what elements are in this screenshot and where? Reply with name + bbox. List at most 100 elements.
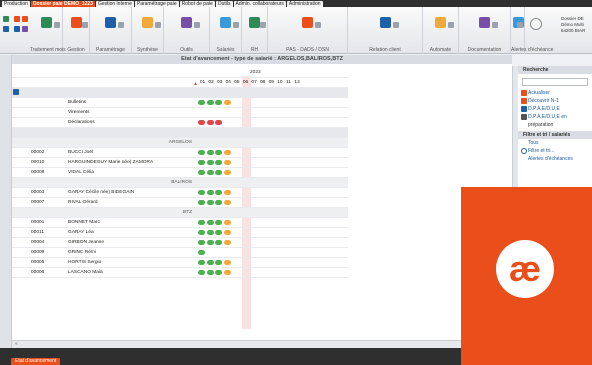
- ribbon-tool-icon[interactable]: [435, 17, 446, 28]
- status-ok-icon[interactable]: [215, 220, 222, 225]
- status-ok-icon[interactable]: [198, 260, 205, 265]
- scroll-left-icon[interactable]: «: [15, 341, 18, 347]
- status-pending-icon[interactable]: [223, 170, 231, 175]
- status-ok-icon[interactable]: [206, 100, 214, 105]
- ribbon-tool-icon[interactable]: [181, 17, 192, 28]
- table-row[interactable]: 00006 LASCANO Maia: [12, 268, 348, 278]
- horizontal-scrollbar[interactable]: «: [12, 340, 512, 348]
- ribbon-tool-icon[interactable]: [220, 17, 231, 28]
- ribbon-tool-icon[interactable]: [379, 17, 391, 28]
- status-ok-icon[interactable]: [215, 190, 222, 195]
- status-ok-icon[interactable]: [206, 160, 214, 165]
- table-row[interactable]: Bulletins: [12, 98, 348, 108]
- ribbon-dropdown-icon[interactable]: [82, 22, 88, 28]
- status-pending-icon[interactable]: [223, 200, 231, 205]
- status-ok-icon[interactable]: [198, 230, 205, 235]
- ribbon-small-icon[interactable]: [14, 26, 20, 32]
- status-pending-icon[interactable]: [223, 150, 231, 155]
- status-pending-icon[interactable]: [223, 230, 231, 235]
- status-ok-icon[interactable]: [206, 220, 214, 225]
- status-ok-icon[interactable]: [198, 100, 205, 105]
- side-filter-1[interactable]: Filtre et tri...: [518, 147, 592, 155]
- ribbon-dropdown-icon[interactable]: [233, 22, 239, 28]
- status-ok-icon[interactable]: [198, 200, 205, 205]
- ribbon-dropdown-icon[interactable]: [53, 22, 60, 28]
- status-ok-icon[interactable]: [198, 220, 205, 225]
- ribbon-small-icon[interactable]: [22, 26, 28, 32]
- ribbon-tool-icon[interactable]: [70, 17, 82, 28]
- ribbon-tool-icon[interactable]: [105, 17, 116, 28]
- status-ok-icon[interactable]: [198, 150, 205, 155]
- status-ok-icon[interactable]: [215, 160, 222, 165]
- status-ok-icon[interactable]: [198, 170, 205, 175]
- status-ok-icon[interactable]: [215, 240, 222, 245]
- ribbon-dropdown-icon[interactable]: [392, 22, 399, 28]
- ribbon-dropdown-icon[interactable]: [194, 22, 200, 28]
- status-ok-icon[interactable]: [215, 230, 222, 235]
- status-ok-icon[interactable]: [206, 200, 214, 205]
- status-ok-icon[interactable]: [198, 240, 205, 245]
- ribbon-dropdown-icon[interactable]: [118, 22, 124, 28]
- ribbon-dropdown-icon[interactable]: [448, 22, 454, 28]
- table-row[interactable]: 00009 GRINC Rémi: [12, 248, 348, 258]
- ribbon-dropdown-icon[interactable]: [260, 22, 266, 28]
- table-row[interactable]: 00005 HORTIS Sergio: [12, 258, 348, 268]
- status-pending-icon[interactable]: [223, 100, 231, 105]
- ribbon-dropdown-icon[interactable]: [517, 22, 523, 28]
- ribbon-tool-icon[interactable]: [302, 17, 313, 28]
- status-ok-icon[interactable]: [215, 200, 222, 205]
- expand-arrow-icon[interactable]: [13, 89, 19, 95]
- ribbon-small-icon[interactable]: [14, 16, 20, 22]
- status-ok-icon[interactable]: [206, 240, 214, 245]
- status-pending-icon[interactable]: [223, 220, 231, 225]
- table-row[interactable]: 00008 VIDAL Célia: [12, 168, 348, 178]
- status-ok-icon[interactable]: [198, 160, 205, 165]
- side-action-0[interactable]: Actualiser: [518, 89, 592, 97]
- table-row[interactable]: 00002 BUCCI Joël: [12, 148, 348, 158]
- side-action-1[interactable]: Découvrir N-1: [518, 97, 592, 105]
- table-row[interactable]: 00007 RIVAL Gérard: [12, 198, 348, 208]
- status-error-icon[interactable]: [215, 120, 222, 125]
- ribbon-tool-icon[interactable]: [249, 17, 260, 28]
- status-ok-icon[interactable]: [215, 270, 222, 275]
- status-error-icon[interactable]: [206, 120, 214, 125]
- status-error-icon[interactable]: [198, 120, 205, 125]
- status-pending-icon[interactable]: [223, 160, 231, 165]
- status-ok-icon[interactable]: [198, 270, 205, 275]
- tab-etat-avancement[interactable]: Etat d'avancement: [11, 358, 61, 365]
- side-filter-0[interactable]: Tous: [518, 139, 592, 147]
- month-header-12[interactable]: 12: [293, 78, 302, 88]
- status-pending-icon[interactable]: [223, 190, 231, 195]
- ribbon-small-icon[interactable]: [22, 16, 28, 22]
- status-ok-icon[interactable]: [198, 190, 205, 195]
- table-row[interactable]: 00011 GARAY Léa: [12, 228, 348, 238]
- ribbon-dropdown-icon[interactable]: [315, 22, 321, 28]
- ribbon-dropdown-icon[interactable]: [155, 22, 161, 28]
- status-ok-icon[interactable]: [206, 270, 214, 275]
- status-ok-icon[interactable]: [206, 170, 214, 175]
- side-action-3[interactable]: D.P.A.E/D.U.E en: [518, 113, 592, 121]
- ribbon-tool-icon[interactable]: [142, 17, 153, 28]
- table-row[interactable]: 00010 HARGUINDEGUY Marie née) ZAMORA: [12, 158, 348, 168]
- table-row[interactable]: 00003 GARAY Cécile née) BIDEGAIN: [12, 188, 348, 198]
- side-filter-2[interactable]: Alertes d'échéances: [518, 155, 592, 163]
- ribbon-dropdown-icon[interactable]: [492, 22, 498, 28]
- status-pending-icon[interactable]: [223, 260, 231, 265]
- ribbon-tool-icon[interactable]: [40, 17, 52, 28]
- status-pending-icon[interactable]: [223, 240, 231, 245]
- search-input[interactable]: [522, 78, 588, 86]
- status-ok-icon[interactable]: [215, 170, 222, 175]
- status-ok-icon[interactable]: [215, 260, 222, 265]
- status-ok-icon[interactable]: [215, 150, 222, 155]
- table-row[interactable]: 00004 GIRBON Jeanne: [12, 238, 348, 248]
- status-ok-icon[interactable]: [206, 190, 214, 195]
- ribbon-small-icon[interactable]: [3, 16, 9, 22]
- ribbon-tool-icon[interactable]: [479, 17, 490, 28]
- status-ok-icon[interactable]: [215, 100, 222, 105]
- status-ok-icon[interactable]: [198, 250, 205, 255]
- status-ok-icon[interactable]: [206, 260, 214, 265]
- status-ok-icon[interactable]: [206, 230, 214, 235]
- table-row[interactable]: Virements: [12, 108, 348, 118]
- ribbon-small-icon[interactable]: [3, 26, 9, 32]
- status-ok-icon[interactable]: [206, 150, 214, 155]
